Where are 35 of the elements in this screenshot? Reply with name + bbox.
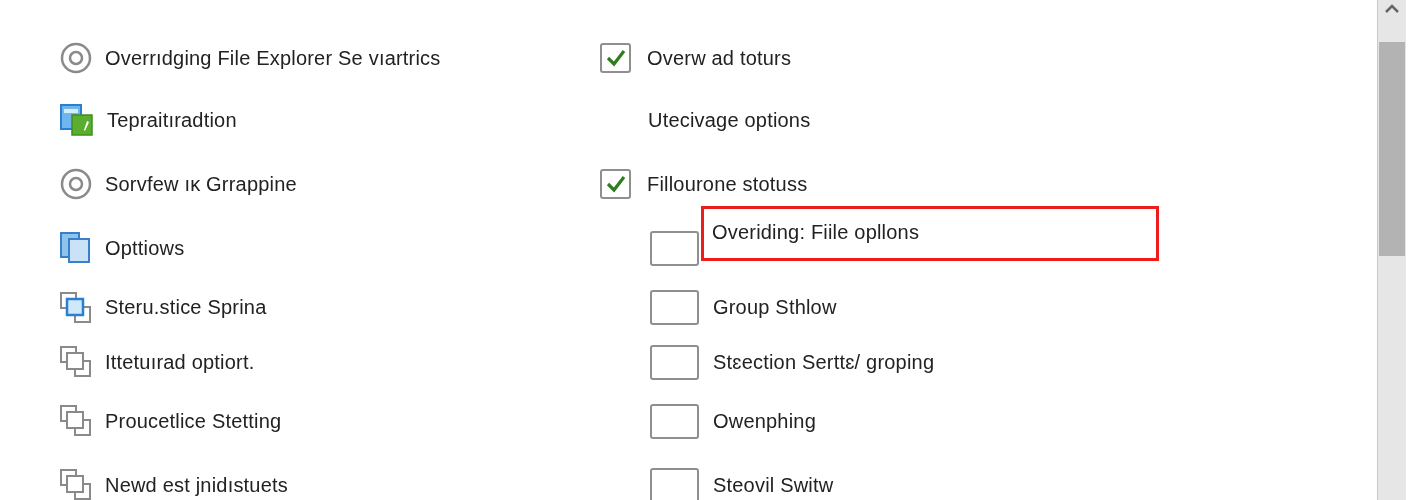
checkmark-icon	[604, 174, 627, 194]
checkbox[interactable]	[650, 467, 699, 500]
option-label: Sorvfew ıᴋ Grrappine	[105, 172, 297, 196]
stack-icon	[60, 346, 92, 378]
option-label: Overw ad toturs	[647, 46, 792, 70]
checkbox[interactable]	[650, 344, 699, 380]
radio-icon	[60, 168, 92, 200]
option-label: Stɛection Serttɛ/ groping	[713, 350, 935, 374]
option-label: Owenphing	[713, 409, 816, 433]
option-label: Overrıdging File Explorer Se vıartrics	[105, 46, 441, 70]
option-label: Proucetlice Stetting	[105, 409, 282, 433]
checkmark-icon	[604, 48, 627, 68]
section-heading: Utecivage options	[648, 108, 811, 132]
checked-checkbox[interactable]	[600, 169, 631, 199]
stack-icon	[60, 405, 92, 437]
option-label: Newd est jnidıstuets	[105, 473, 288, 497]
option-label: Opttiows	[105, 236, 185, 260]
checked-checkbox[interactable]	[600, 43, 631, 73]
checkbox[interactable]	[650, 403, 699, 439]
option-label: Tepraitıradtion	[107, 108, 237, 132]
option-label: Ittetuırad optiort.	[105, 350, 255, 374]
option-label: Steru.stice Sprina	[105, 296, 267, 319]
option-label: Steovil Switw	[713, 473, 834, 497]
scroll-up-icon[interactable]	[1384, 4, 1400, 14]
stack-icon	[60, 291, 92, 324]
option-label: Fillourone stotuss	[647, 172, 808, 196]
scrollbar[interactable]	[1377, 0, 1406, 500]
checkbox[interactable]	[650, 230, 699, 266]
app-icon	[60, 104, 94, 136]
highlighted-option-label: Overiding: Fiile opllons	[701, 205, 1159, 261]
scrollbar-thumb[interactable]	[1379, 42, 1405, 256]
option-label: Group Sthlow	[713, 296, 837, 319]
checkbox[interactable]	[650, 290, 699, 325]
window-icon	[60, 232, 92, 264]
radio-icon	[60, 42, 92, 74]
